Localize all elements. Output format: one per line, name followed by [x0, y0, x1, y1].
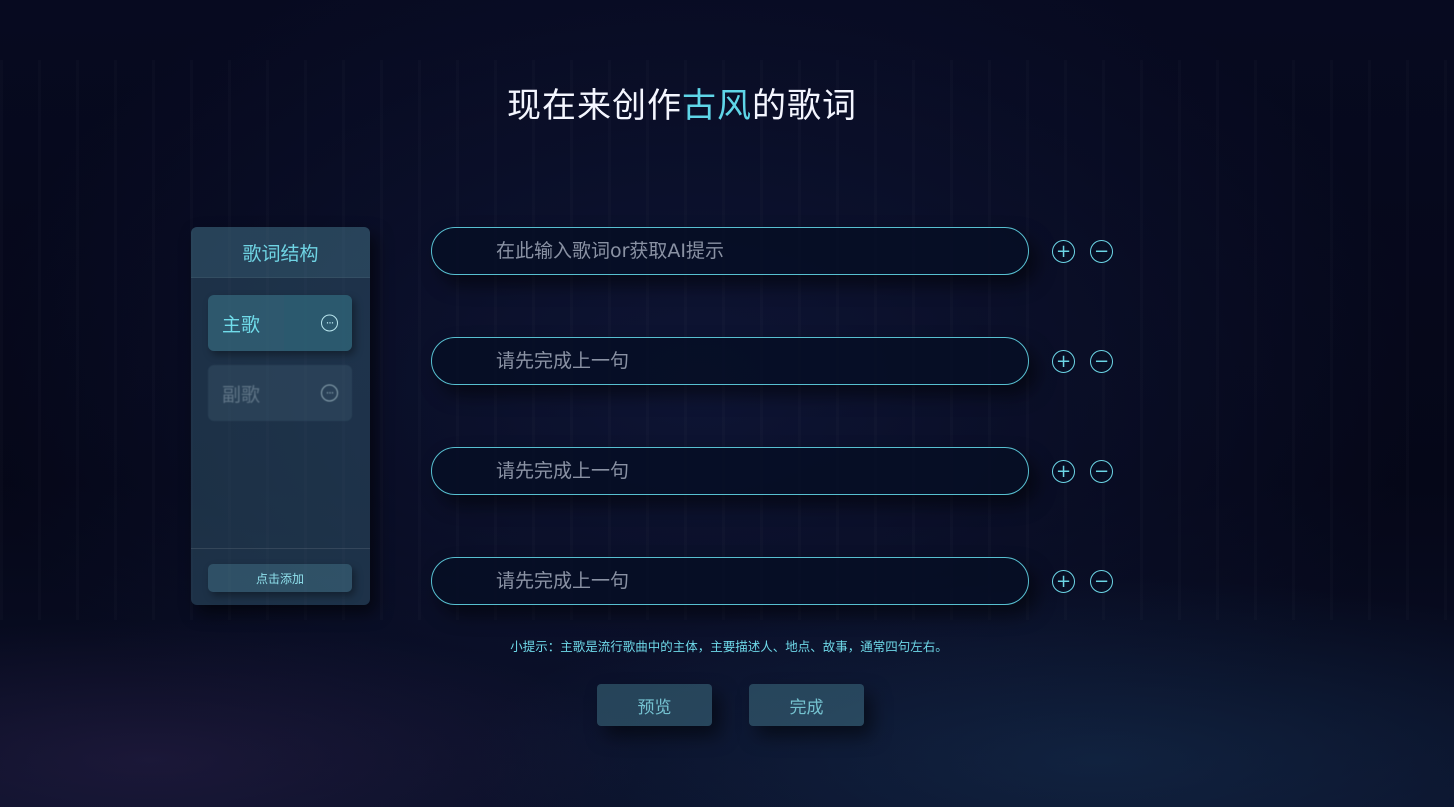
lyric-input[interactable]	[431, 557, 1029, 605]
plus-circle-icon[interactable]: +	[1052, 240, 1075, 263]
title-prefix: 现在来创作	[507, 86, 682, 126]
finish-button[interactable]: 完成	[749, 684, 864, 726]
lyric-input[interactable]	[431, 337, 1029, 385]
plus-circle-icon[interactable]: +	[1052, 350, 1075, 373]
minus-circle-icon[interactable]: −	[1090, 460, 1113, 483]
lyric-row: + −	[431, 337, 1113, 387]
ellipsis-circle-icon[interactable]: ···	[321, 314, 338, 332]
segment-verse-label: 主歌	[222, 313, 261, 336]
title-suffix: 的歌词	[752, 86, 857, 126]
panel-footer: 点击添加	[191, 548, 370, 605]
page-title: 现在来创作古风的歌词	[0, 78, 1364, 127]
minus-circle-icon[interactable]: −	[1090, 570, 1113, 593]
lyric-structure-panel: 歌词结构 主歌 ··· 副歌 ··· 点击添加	[191, 227, 370, 605]
segment-chorus[interactable]: 副歌 ···	[208, 365, 352, 421]
lyric-row: + −	[431, 557, 1113, 607]
plus-circle-icon[interactable]: +	[1052, 570, 1075, 593]
add-segment-button[interactable]: 点击添加	[208, 564, 352, 592]
minus-circle-icon[interactable]: −	[1090, 350, 1113, 373]
lyric-row: + −	[431, 447, 1113, 497]
lyric-row: + −	[431, 227, 1113, 277]
hint-text: 小提示：主歌是流行歌曲中的主体，主要描述人、地点、故事，通常四句左右。	[510, 639, 948, 654]
segment-verse[interactable]: 主歌 ···	[208, 295, 352, 351]
minus-circle-icon[interactable]: −	[1090, 240, 1113, 263]
lyric-input[interactable]	[431, 447, 1029, 495]
segment-chorus-label: 副歌	[222, 383, 261, 406]
title-highlight: 古风	[682, 86, 752, 126]
plus-circle-icon[interactable]: +	[1052, 460, 1075, 483]
lyric-input[interactable]	[431, 227, 1029, 275]
panel-header: 歌词结构	[191, 227, 370, 278]
ellipsis-circle-icon[interactable]: ···	[321, 384, 338, 402]
preview-button[interactable]: 预览	[597, 684, 712, 726]
segment-verse-menu-area	[284, 295, 352, 351]
